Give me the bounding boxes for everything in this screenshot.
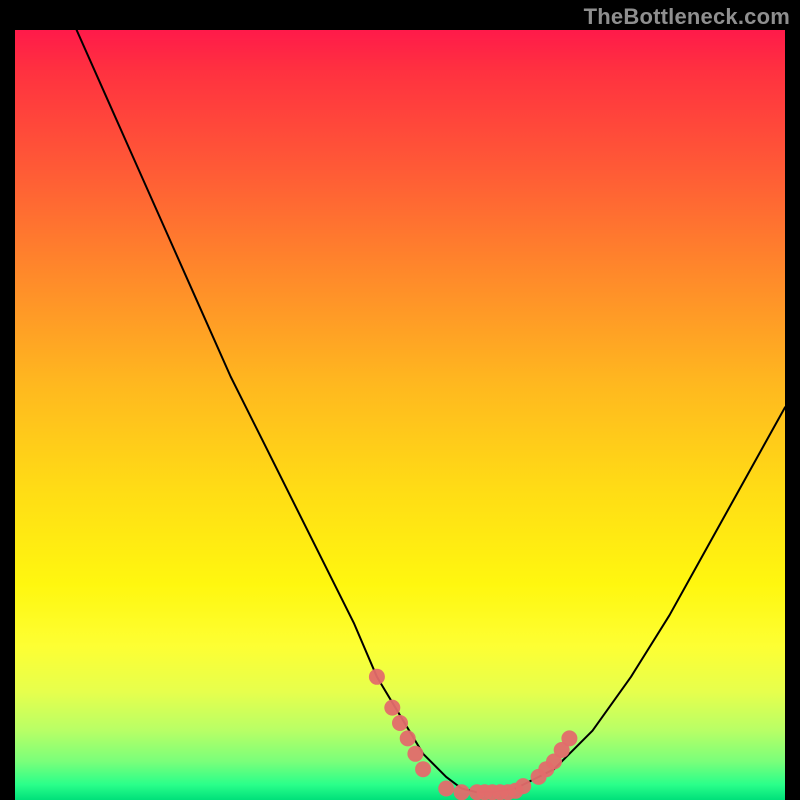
- chart-svg: [15, 30, 785, 800]
- marker-dots: [369, 669, 578, 800]
- curve-line: [77, 30, 785, 792]
- watermark-label: TheBottleneck.com: [584, 4, 790, 30]
- plot-area: [15, 30, 785, 800]
- chart-frame: TheBottleneck.com: [0, 0, 800, 800]
